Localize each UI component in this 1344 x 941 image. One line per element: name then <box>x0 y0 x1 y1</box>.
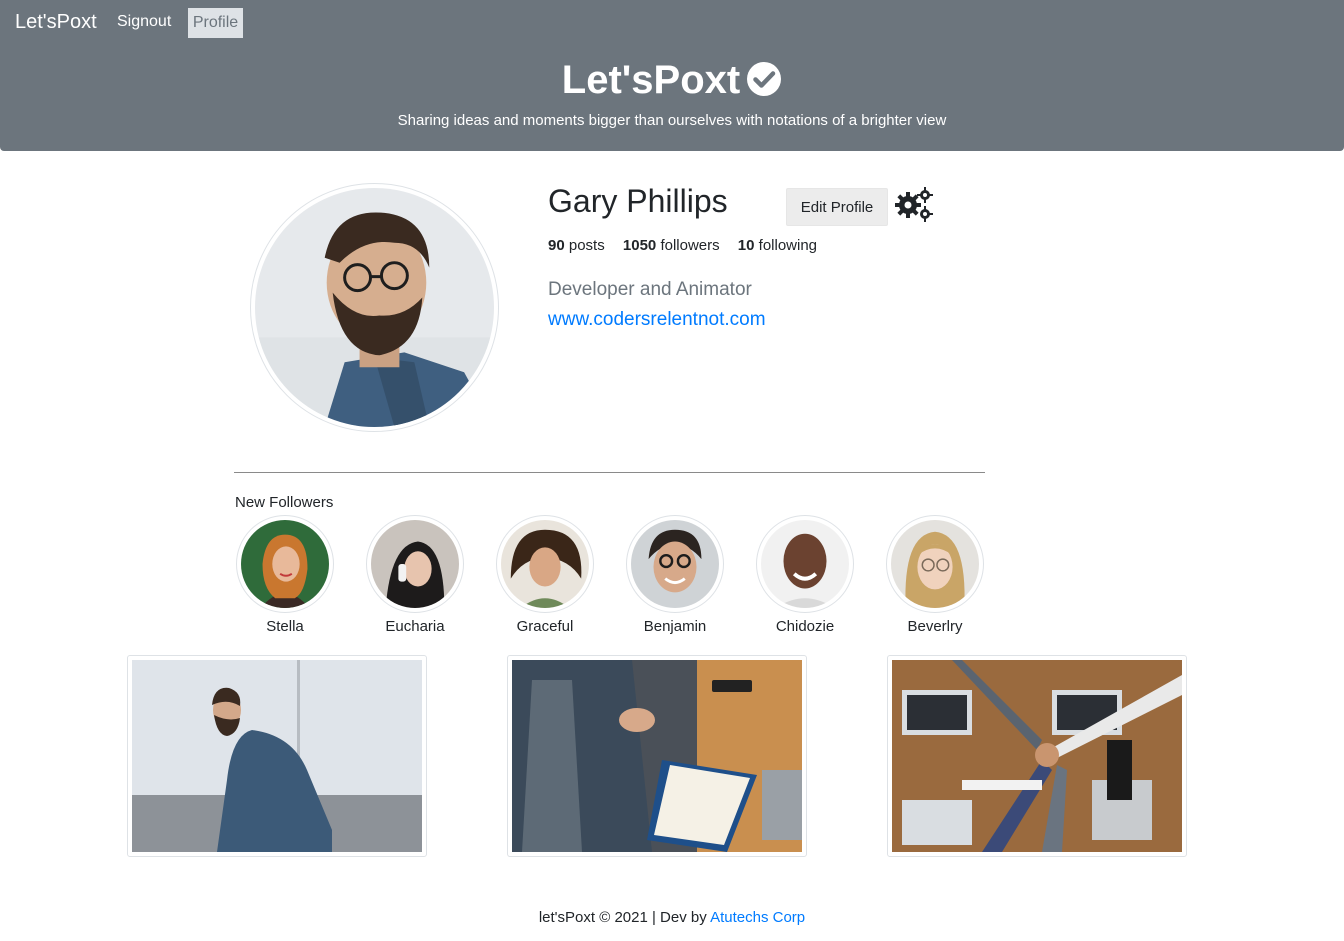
divider <box>234 472 985 473</box>
follower-avatar-image <box>241 520 329 608</box>
followers-label: followers <box>660 237 720 254</box>
follower-avatar <box>236 515 334 613</box>
follower-avatar <box>626 515 724 613</box>
footer-credit-link[interactable]: Atutechs Corp <box>710 909 805 926</box>
profile-avatar <box>250 183 499 432</box>
hero-title-text: Let'sPoxt <box>561 58 741 102</box>
profile-name: Gary Phillips <box>548 183 728 219</box>
stat-followers[interactable]: 1050 followers <box>623 237 720 254</box>
follower-card[interactable]: Graceful <box>495 515 595 635</box>
profile-avatar-image <box>255 188 494 427</box>
site-footer: let'sPoxt © 2021 | Dev by Atutechs Corp <box>0 909 1344 926</box>
posts-label: posts <box>568 237 605 254</box>
post-image <box>512 660 802 852</box>
follower-name: Graceful <box>516 618 574 635</box>
follower-card[interactable]: Beverlry <box>885 515 985 635</box>
follower-avatar <box>366 515 464 613</box>
post-image <box>132 660 422 852</box>
site-header: Let'sPoxt Signout Profile Let'sPoxt Shar… <box>0 0 1344 151</box>
profile-bio: Developer and Animator <box>548 279 752 300</box>
follower-name: Benjamin <box>643 618 707 635</box>
hero-title: Let'sPoxt <box>0 56 1344 104</box>
follower-card[interactable]: Benjamin <box>625 515 725 635</box>
followers-count: 1050 <box>622 237 657 254</box>
follower-avatar <box>756 515 854 613</box>
edit-profile-button[interactable]: Edit Profile <box>786 188 888 226</box>
follower-name: Eucharia <box>385 618 445 635</box>
follower-avatar-image <box>371 520 459 608</box>
nav-profile-link[interactable]: Profile <box>188 8 243 38</box>
follower-name: Stella <box>266 618 304 635</box>
follower-card[interactable]: Eucharia <box>365 515 465 635</box>
posts-count: 90 <box>548 237 565 254</box>
post-photo[interactable] <box>507 655 807 857</box>
follower-name: Beverlry <box>907 618 963 635</box>
following-label: following <box>758 237 818 254</box>
follower-avatar <box>886 515 984 613</box>
gears-icon[interactable] <box>894 186 934 222</box>
follower-card[interactable]: Stella <box>235 515 335 635</box>
follower-avatar-image <box>501 520 589 608</box>
follower-avatar-image <box>631 520 719 608</box>
follower-avatar-image <box>891 520 979 608</box>
profile-stats: 90 posts 1050 followers 10 following <box>548 237 831 254</box>
following-count: 10 <box>737 237 755 254</box>
profile-website-link[interactable]: www.codersrelentnot.com <box>548 309 766 331</box>
nav-signout-link[interactable]: Signout <box>117 13 171 31</box>
follower-card[interactable]: Chidozie <box>755 515 855 635</box>
follower-avatar <box>496 515 594 613</box>
follower-avatar-image <box>761 520 849 608</box>
footer-text: let'sPoxt © 2021 | Dev by <box>538 909 707 926</box>
post-photo[interactable] <box>887 655 1187 857</box>
stat-posts: 90 posts <box>548 237 605 254</box>
check-circle-icon <box>747 62 782 96</box>
post-photo[interactable] <box>127 655 427 857</box>
hero-subtitle: Sharing ideas and moments bigger than ou… <box>397 112 947 129</box>
stat-following[interactable]: 10 following <box>738 237 817 254</box>
follower-name: Chidozie <box>775 618 835 635</box>
post-image <box>892 660 1182 852</box>
new-followers-heading: New Followers <box>235 494 334 511</box>
nav-brand[interactable]: Let'sPoxt <box>15 11 97 34</box>
